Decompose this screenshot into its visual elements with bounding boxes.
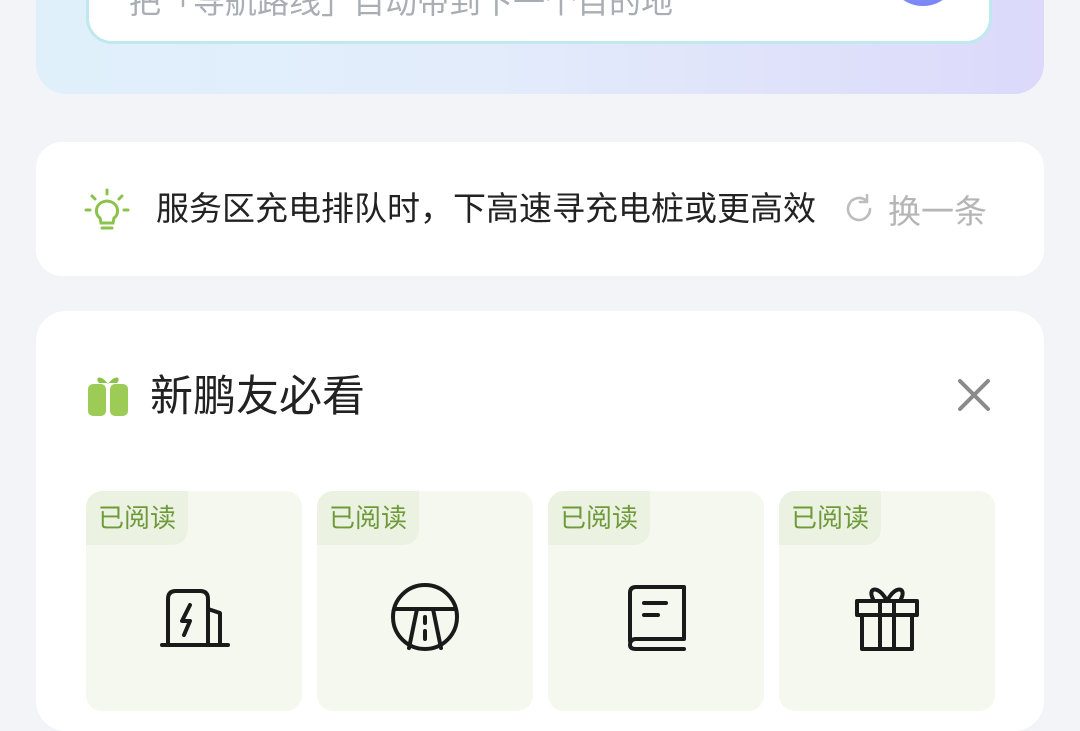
charging-pile-icon (160, 589, 230, 647)
search-text: 把「导航路线」自动带到下一个目的地 (129, 0, 674, 21)
tip-card: 服务区充电排队时，下高速寻充电桩或更高效 换一条 (36, 142, 1044, 276)
tip-text: 服务区充电排队时，下高速寻充电桩或更高效 (156, 189, 816, 228)
close-icon[interactable] (954, 375, 994, 415)
guide-tiles: 已阅读 已阅读 已阅读 已阅读 (86, 491, 995, 711)
refresh-label: 换一条 (888, 192, 987, 231)
book-icon (628, 585, 686, 651)
guide-tile-gift[interactable]: 已阅读 (779, 491, 995, 711)
refresh-tip-button[interactable]: 换一条 (842, 186, 987, 232)
guide-tile-road[interactable]: 已阅读 (317, 491, 533, 711)
guide-tile-charging[interactable]: 已阅读 (86, 491, 302, 711)
road-icon (391, 583, 459, 651)
search-card: 把「导航路线」自动带到下一个目的地 (36, 0, 1044, 94)
gift-icon (855, 587, 919, 651)
refresh-icon (846, 193, 872, 222)
newbie-guide-card: 新鹏友必看 已阅读 已阅读 已阅读 已阅读 (36, 311, 1044, 731)
section-title: 新鹏友必看 (150, 372, 365, 422)
read-badge: 已阅读 (779, 491, 882, 545)
guide-tile-manual[interactable]: 已阅读 (548, 491, 764, 711)
read-badge: 已阅读 (317, 491, 420, 545)
search-input[interactable]: 把「导航路线」自动带到下一个目的地 (86, 0, 992, 44)
lightbulb-icon (84, 188, 130, 230)
gift-icon (88, 377, 128, 416)
read-badge: 已阅读 (548, 491, 651, 545)
read-badge: 已阅读 (86, 491, 189, 545)
